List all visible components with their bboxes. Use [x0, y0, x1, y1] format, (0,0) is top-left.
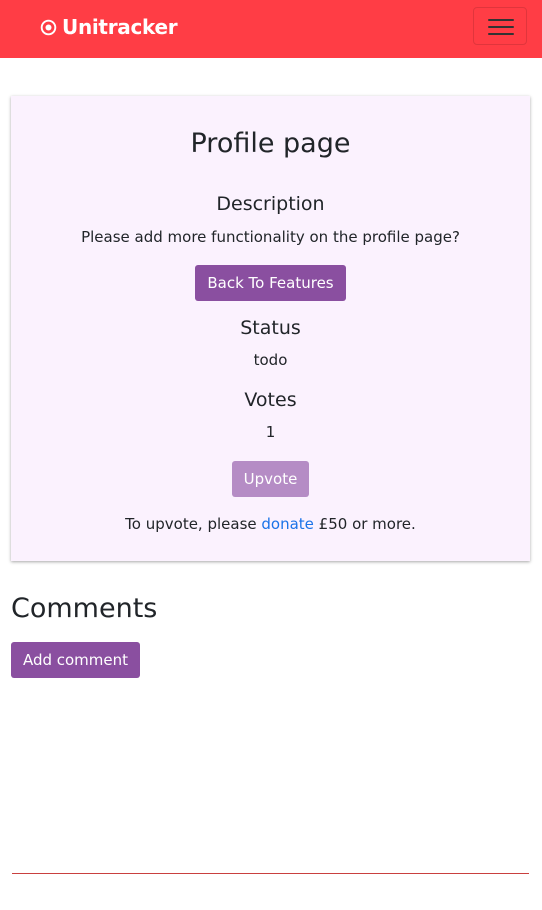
donate-link[interactable]: donate — [261, 515, 314, 533]
feature-title: Profile page — [190, 128, 351, 159]
top-navbar: Unitracker — [0, 0, 542, 58]
feature-card: Profile page Description Please add more… — [11, 96, 530, 561]
target-circle-icon — [40, 19, 57, 35]
hamburger-menu-icon — [488, 19, 514, 21]
upvote-button[interactable]: Upvote — [232, 461, 309, 497]
votes-heading: Votes — [244, 389, 297, 411]
add-comment-button[interactable]: Add comment — [11, 642, 140, 678]
upvote-note-suffix: £50 or more. — [313, 515, 416, 533]
upvote-note: To upvote, please donate £50 or more. — [11, 513, 530, 535]
back-to-features-button[interactable]: Back To Features — [195, 265, 346, 301]
brand-link[interactable]: Unitracker — [40, 14, 178, 40]
brand-name: Unitracker — [62, 15, 178, 39]
comments-heading: Comments — [11, 593, 158, 624]
vote-count: 1 — [265, 423, 276, 441]
hamburger-menu-icon-bar — [488, 33, 514, 35]
navbar-toggler-button[interactable] — [473, 7, 527, 45]
footer-divider — [12, 873, 529, 874]
upvote-note-prefix: To upvote, please — [125, 515, 262, 533]
feature-description: Please add more functionality on the pro… — [81, 228, 460, 246]
hamburger-menu-icon-bar — [488, 26, 514, 28]
feature-status: todo — [253, 351, 288, 369]
status-heading: Status — [240, 317, 301, 339]
description-heading: Description — [216, 193, 325, 215]
